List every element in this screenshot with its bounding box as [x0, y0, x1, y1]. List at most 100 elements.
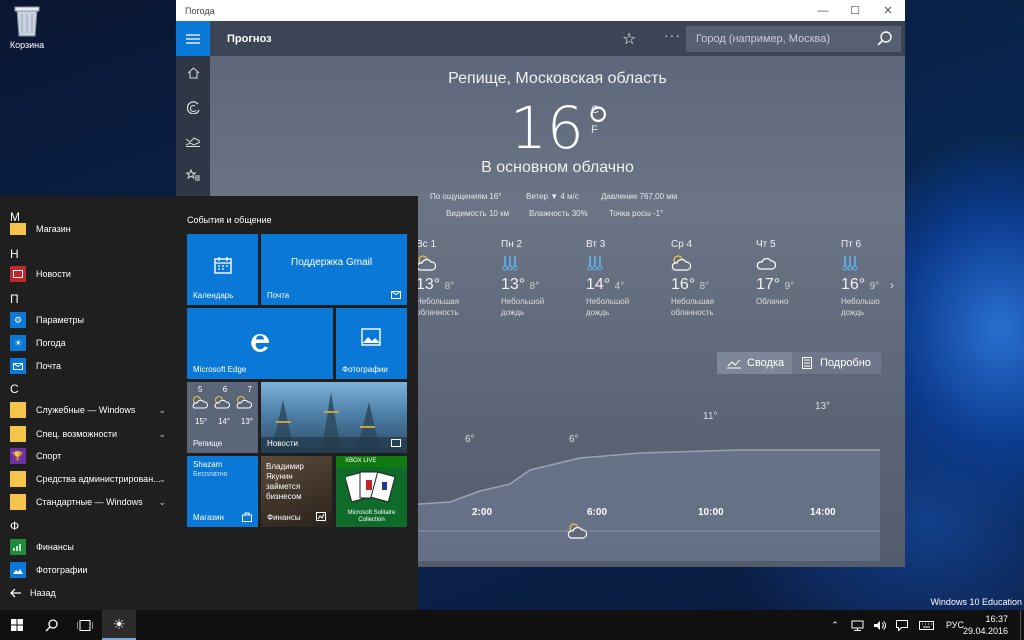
- home-icon[interactable]: [176, 56, 210, 90]
- network-icon[interactable]: [848, 610, 866, 640]
- letter-header-f[interactable]: Ф: [10, 519, 19, 533]
- sun-icon: ☀: [10, 335, 26, 351]
- detail-button[interactable]: Подробно: [792, 352, 881, 374]
- favorites-list-icon[interactable]: [176, 158, 210, 192]
- action-center-icon[interactable]: [893, 610, 911, 640]
- tile-edge[interactable]: Microsoft Edge: [187, 308, 333, 379]
- forecast-day[interactable]: Пт 6 16° 9° Небольшо дождь: [841, 239, 905, 318]
- tile-weather-day-2: 6: [222, 385, 228, 394]
- tile-news[interactable]: Новости: [261, 382, 407, 453]
- forecast-condition-line-2: дождь: [841, 308, 865, 317]
- letter-header-p[interactable]: П: [10, 292, 19, 306]
- app-store[interactable]: Магазин: [10, 223, 170, 235]
- summary-button[interactable]: Сводка: [717, 352, 795, 374]
- app-bar: Прогноз ☆ ··· Город (например, Москва): [176, 21, 905, 56]
- title-bar[interactable]: Погода — ☐ ✕: [176, 0, 905, 21]
- tile-weather[interactable]: 5 6 7 15° 14° 13° Репище: [187, 382, 258, 453]
- system-clock[interactable]: 16:37 29.04.2016: [963, 613, 1008, 637]
- recycle-bin[interactable]: Корзина: [6, 4, 48, 50]
- forecast-low: 8°: [529, 281, 540, 292]
- maximize-button[interactable]: ☐: [840, 0, 870, 21]
- clock-date: 29.04.2016: [962, 626, 1008, 636]
- task-view-button[interactable]: [68, 610, 102, 640]
- forecast-high: 14°: [586, 276, 611, 293]
- search-icon[interactable]: [877, 31, 893, 47]
- wind: Ветер ▼ 4 м/с: [526, 192, 579, 201]
- graph-time-3: 10:00: [698, 507, 724, 518]
- tile-photos[interactable]: Фотографии: [336, 308, 407, 379]
- tile-mail[interactable]: Поддержка Gmail Почта: [261, 234, 407, 305]
- chevron-down-icon[interactable]: ⌄: [158, 497, 166, 508]
- tile-store[interactable]: Shazam Бесплатно Магазин: [187, 456, 258, 527]
- chevron-down-icon[interactable]: ⌄: [158, 405, 166, 416]
- city-search-input[interactable]: Город (например, Москва): [686, 26, 901, 52]
- keyboard-icon[interactable]: [916, 610, 936, 640]
- taskbar-weather-app[interactable]: ☀: [102, 610, 136, 640]
- tile-calendar-label: Календарь: [193, 291, 234, 300]
- show-desktop-button[interactable]: [1020, 610, 1024, 640]
- store-icon: [10, 223, 26, 235]
- radar-icon[interactable]: [176, 90, 210, 124]
- app-admin-tools[interactable]: Средства администрирован... ⌄: [10, 470, 170, 488]
- unit-fahrenheit[interactable]: F: [591, 120, 599, 140]
- unit-celsius[interactable]: C: [591, 100, 599, 120]
- favorite-star-icon[interactable]: ☆: [622, 29, 636, 49]
- forecast-temps: 16° 9°: [841, 276, 905, 294]
- nav-rail: [176, 56, 210, 201]
- clock-time: 16:37: [985, 614, 1008, 624]
- more-options-button[interactable]: ···: [664, 27, 681, 43]
- app-utilities[interactable]: Служебные — Windows ⌄: [10, 401, 170, 419]
- next-days-arrow-icon[interactable]: ›: [890, 278, 894, 292]
- window-title: Погода: [185, 5, 215, 16]
- chevron-down-icon[interactable]: ⌄: [158, 474, 166, 485]
- historical-chart-icon[interactable]: [176, 124, 210, 158]
- hamburger-menu-button[interactable]: [176, 21, 210, 56]
- forecast-day[interactable]: Вт 3 14° 4° Небольшой дождь: [586, 239, 656, 318]
- tile-calendar[interactable]: Календарь: [187, 234, 258, 305]
- minimize-button[interactable]: —: [808, 0, 838, 21]
- app-settings[interactable]: ⚙ Параметры: [10, 311, 170, 329]
- forecast-condition-line-2: облачность: [416, 308, 459, 317]
- chevron-down-icon[interactable]: ⌄: [158, 429, 166, 440]
- forecast-day[interactable]: Вс 1 13° 8° Небольшая облачность: [416, 239, 486, 318]
- letter-header-n[interactable]: Н: [10, 247, 19, 261]
- start-button[interactable]: [0, 610, 34, 640]
- mail-icon: [391, 291, 401, 299]
- forecast-condition: Небольшая облачность: [671, 296, 741, 318]
- letter-header-s[interactable]: С: [10, 382, 19, 396]
- forecast-temps: 16° 8°: [671, 276, 741, 294]
- dew-point: Точка росы -1°: [609, 209, 664, 218]
- app-list: М Магазин Н Новости П ⚙ Параметры ☀ Пого…: [0, 196, 176, 610]
- tile-weather-temp-3: 13°: [240, 417, 253, 426]
- show-hidden-icons-chevron-icon[interactable]: ⌃: [828, 610, 842, 640]
- forecast-condition-line-1: Небольшо: [841, 297, 880, 306]
- tile-news-label: Новости: [267, 439, 298, 448]
- finance-chart-icon: [10, 539, 26, 555]
- letter-header-m[interactable]: М: [10, 210, 20, 224]
- app-standard[interactable]: Стандартные — Windows ⌄: [10, 493, 170, 511]
- forecast-condition: Небольшо дождь: [841, 296, 905, 318]
- forecast-condition-line-1: Небольшой: [586, 297, 630, 306]
- back-arrow-icon: [10, 588, 21, 598]
- tile-finance[interactable]: Владимир Якунин займется бизнесом Финанс…: [261, 456, 332, 527]
- forecast-day[interactable]: Пн 2 13° 8° Небольшой дождь: [501, 239, 571, 318]
- app-weather[interactable]: ☀ Погода: [10, 334, 170, 352]
- app-sport[interactable]: 🏆 Спорт: [10, 447, 170, 465]
- volume-icon[interactable]: [870, 610, 888, 640]
- tile-solitaire[interactable]: XBOX LIVE Microsoft Solitaire Collection: [336, 456, 407, 527]
- photo-icon: [10, 562, 26, 578]
- app-finance[interactable]: Финансы: [10, 538, 170, 556]
- close-button[interactable]: ✕: [873, 0, 903, 21]
- partly-cloudy-icon: [416, 254, 486, 274]
- taskbar-search-button[interactable]: [34, 610, 68, 640]
- app-news[interactable]: Новости: [10, 265, 170, 283]
- forecast-condition: Небольшой дождь: [586, 296, 656, 318]
- back-button[interactable]: Назад: [10, 588, 56, 598]
- forecast-day[interactable]: Чт 5 17° 9° Облачно: [756, 239, 826, 307]
- list-icon: [802, 357, 812, 369]
- app-photos[interactable]: Фотографии: [10, 561, 170, 579]
- forecast-day[interactable]: Ср 4 16° 8° Небольшая облачность: [671, 239, 741, 318]
- app-accessibility[interactable]: Спец. возможности ⌄: [10, 425, 170, 443]
- forecast-low: 8°: [444, 281, 455, 292]
- app-mail[interactable]: Почта: [10, 357, 170, 375]
